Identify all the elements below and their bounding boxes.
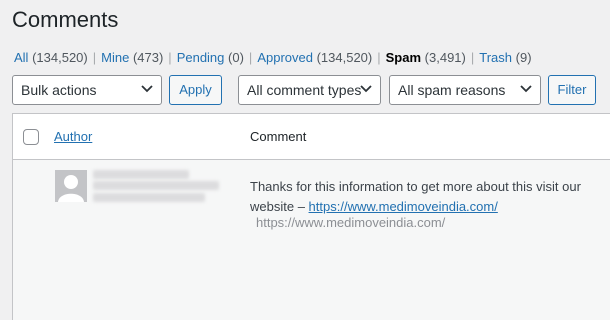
filter-trash-link[interactable]: Trash (9) bbox=[479, 50, 531, 65]
filter-pending-link[interactable]: Pending (0) bbox=[177, 50, 244, 65]
filter-button[interactable]: Filter bbox=[548, 75, 596, 105]
table-row: Thanks for this information to get more … bbox=[13, 160, 610, 320]
bulk-actions-select[interactable]: Bulk actions bbox=[12, 75, 162, 105]
redacted-author-name bbox=[93, 170, 189, 179]
comments-table: Author Comment Thanks for this informati… bbox=[12, 113, 610, 320]
select-all-checkbox[interactable] bbox=[23, 129, 39, 145]
filter-all-link[interactable]: All (134,520) bbox=[14, 50, 88, 65]
apply-button[interactable]: Apply bbox=[169, 75, 222, 105]
chevron-down-icon bbox=[360, 85, 372, 93]
author-column-header[interactable]: Author bbox=[54, 129, 92, 144]
author-url: https://www.medimoveindia.com/ bbox=[256, 215, 446, 230]
comment-type-label: All comment types bbox=[247, 82, 362, 98]
page-title: Comments bbox=[12, 7, 119, 32]
spam-reason-label: All spam reasons bbox=[398, 82, 506, 98]
chevron-down-icon bbox=[141, 85, 153, 93]
status-filter-links: All (134,520) | Mine (473) | Pending (0) | App… bbox=[14, 50, 532, 65]
comment-link[interactable]: https://www.medimoveindia.com/ bbox=[309, 199, 498, 214]
default-avatar-icon bbox=[55, 170, 87, 202]
comment-type-select[interactable]: All comment types bbox=[238, 75, 381, 105]
comment-column-header: Comment bbox=[250, 129, 307, 144]
table-header: Author Comment bbox=[13, 114, 610, 160]
redacted-author-email bbox=[93, 181, 219, 190]
filter-spam-link[interactable]: Spam (3,491) bbox=[386, 50, 466, 65]
comment-text: Thanks for this information to get more … bbox=[250, 179, 581, 214]
filter-approved-link[interactable]: Approved (134,520) bbox=[257, 50, 372, 65]
chevron-down-icon bbox=[520, 85, 532, 93]
redacted-author-ip bbox=[93, 193, 205, 202]
spam-reason-select[interactable]: All spam reasons bbox=[389, 75, 541, 105]
avatar bbox=[55, 170, 87, 202]
bulk-actions-label: Bulk actions bbox=[21, 82, 97, 98]
filter-mine-link[interactable]: Mine (473) bbox=[101, 50, 163, 65]
